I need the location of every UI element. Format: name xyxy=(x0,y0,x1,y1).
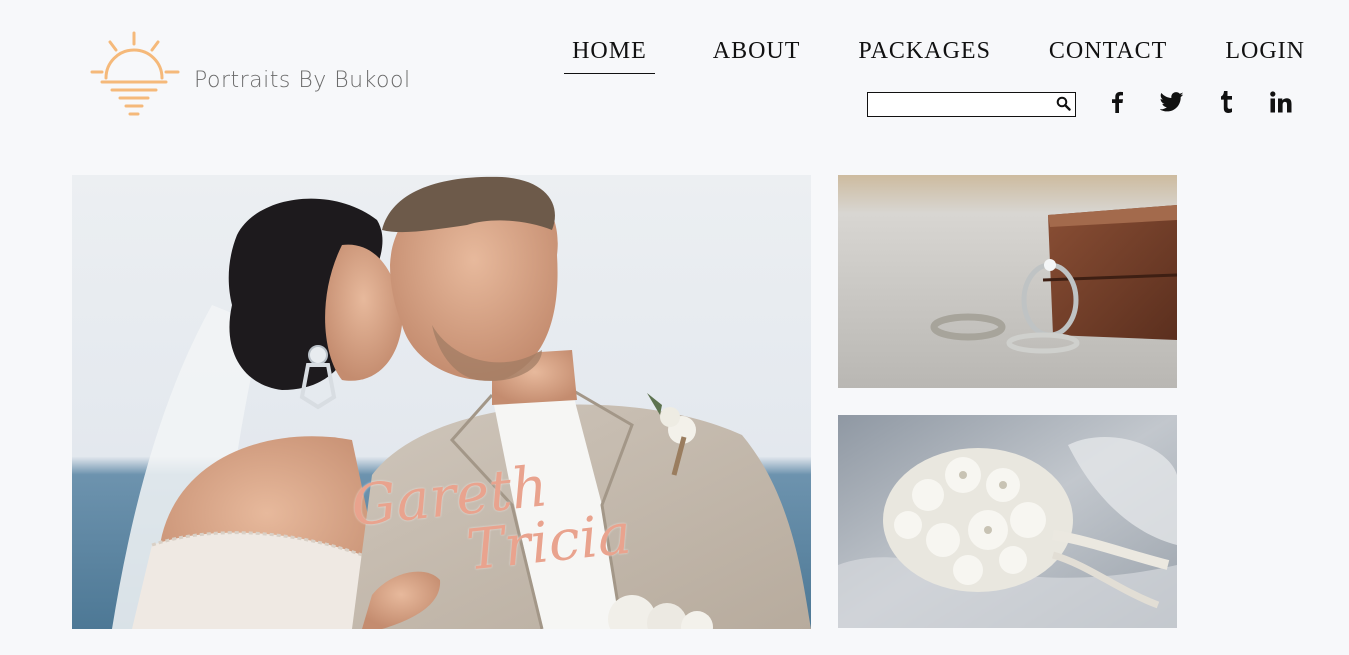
main-nav: HOME ABOUT PACKAGES CONTACT LOGIN xyxy=(564,36,1305,74)
search-box xyxy=(867,92,1076,117)
tumblr-icon[interactable] xyxy=(1220,91,1234,118)
search-input[interactable] xyxy=(868,93,1060,116)
nav-home[interactable]: HOME xyxy=(564,36,655,74)
nav-login[interactable]: LOGIN xyxy=(1225,36,1305,74)
social-links xyxy=(1110,91,1292,118)
brand-logo[interactable]: Portraits By Bukool xyxy=(88,30,411,118)
nav-contact[interactable]: CONTACT xyxy=(1049,36,1167,74)
header-tools xyxy=(867,91,1292,118)
nav-about[interactable]: ABOUT xyxy=(713,36,801,74)
couple-name-2: Tricia xyxy=(463,501,635,584)
couple-names: Gareth Tricia xyxy=(348,451,635,591)
page: Portraits By Bukool HOME ABOUT PACKAGES … xyxy=(0,0,1349,655)
bride-and-groom-photo[interactable]: Gareth Tricia xyxy=(72,175,811,629)
search-icon[interactable] xyxy=(1056,96,1071,116)
sunset-logo-icon xyxy=(88,30,180,118)
brand-name: Portraits By Bukool xyxy=(194,67,411,93)
bridal-bouquet-photo[interactable] xyxy=(838,415,1177,628)
wedding-rings-photo[interactable] xyxy=(838,175,1177,388)
linkedin-icon[interactable] xyxy=(1270,91,1292,118)
twitter-icon[interactable] xyxy=(1159,92,1184,117)
nav-packages[interactable]: PACKAGES xyxy=(858,36,991,74)
facebook-icon[interactable] xyxy=(1110,91,1124,118)
